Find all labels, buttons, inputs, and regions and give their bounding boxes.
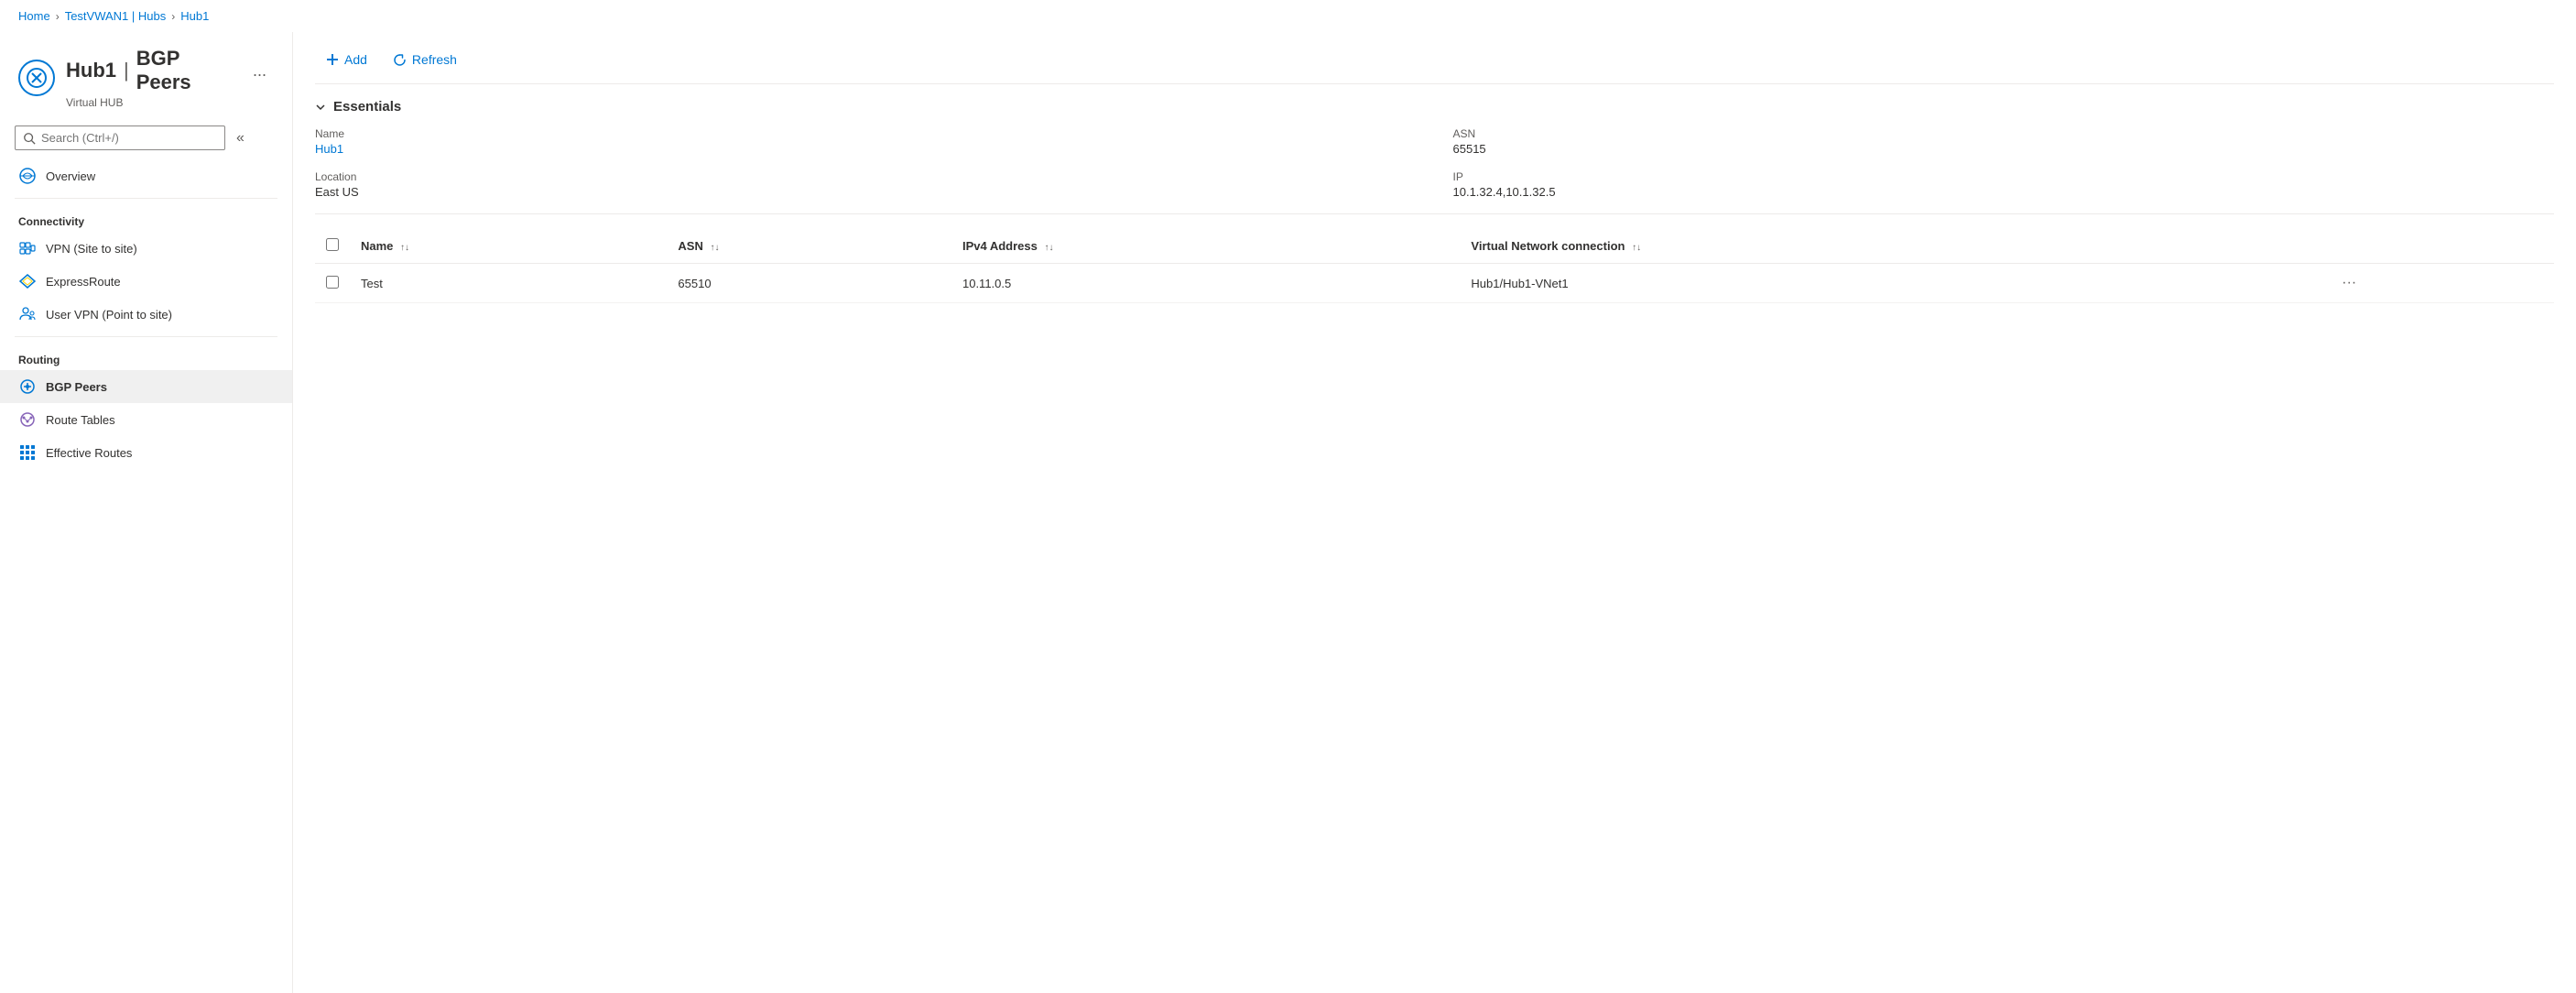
breadcrumb-sep-1: › (56, 10, 60, 23)
route-tables-icon (18, 410, 37, 429)
breadcrumb-vwan[interactable]: TestVWAN1 | Hubs (65, 9, 167, 23)
routing-section-label: Routing (0, 343, 292, 370)
sidebar-item-overview-label: Overview (46, 169, 95, 183)
sidebar-item-user-vpn[interactable]: User VPN (Point to site) (0, 298, 292, 331)
connectivity-section-label: Connectivity (0, 204, 292, 232)
essentials-asn-label: ASN (1453, 127, 2555, 140)
add-icon (326, 53, 339, 66)
sort-asn-icon[interactable]: ↑↓ (710, 244, 719, 253)
search-icon (23, 132, 36, 145)
table-header-row: Name ↑↓ ASN ↑↓ IPv4 Address ↑↓ Virtual (315, 229, 2554, 264)
select-all-checkbox[interactable] (326, 238, 339, 251)
resource-subtitle: Virtual HUB (66, 96, 274, 109)
sidebar-item-route-tables[interactable]: Route Tables (0, 403, 292, 436)
sidebar-item-vpn-label: VPN (Site to site) (46, 242, 137, 256)
essentials-ip-value: 10.1.32.4,10.1.32.5 (1453, 185, 2555, 199)
essentials-asn: ASN 65515 (1453, 127, 2555, 156)
row-name: Test (350, 264, 667, 303)
vpn-icon (18, 239, 37, 257)
sidebar-item-expressroute-label: ExpressRoute (46, 275, 121, 289)
essentials-section: Essentials Name Hub1 ASN 65515 Location (315, 84, 2554, 214)
table-section: Name ↑↓ ASN ↑↓ IPv4 Address ↑↓ Virtual (315, 229, 2554, 303)
hub-icon (26, 67, 48, 89)
bgp-peers-icon (18, 377, 37, 396)
refresh-button[interactable]: Refresh (382, 47, 468, 72)
resource-header: Hub1 | BGP Peers ... Virtual HUB (0, 32, 292, 116)
sidebar-item-bgp-peers-label: BGP Peers (46, 380, 107, 394)
row-checkbox[interactable] (326, 276, 339, 289)
sort-name-icon[interactable]: ↑↓ (400, 244, 409, 253)
row-more-button[interactable]: ··· (2334, 273, 2364, 293)
table-header-checkbox-cell (315, 229, 350, 264)
expressroute-icon (18, 272, 37, 290)
sidebar-item-effective-routes[interactable]: Effective Routes (0, 436, 292, 469)
connectivity-divider (15, 198, 277, 199)
essentials-header[interactable]: Essentials (315, 99, 2554, 115)
refresh-icon (393, 53, 407, 67)
table-header-vnet[interactable]: Virtual Network connection ↑↓ (1460, 229, 2323, 264)
resource-title: Hub1 | BGP Peers ... (66, 47, 274, 94)
sort-ipv4-icon[interactable]: ↑↓ (1045, 244, 1054, 253)
essentials-name-link[interactable]: Hub1 (315, 142, 343, 156)
sidebar-item-overview[interactable]: Overview (0, 159, 292, 192)
sidebar: Hub1 | BGP Peers ... Virtual HUB « (0, 32, 293, 993)
row-asn: 65510 (667, 264, 951, 303)
row-ipv4: 10.11.0.5 (951, 264, 1460, 303)
essentials-name-value: Hub1 (315, 142, 1417, 156)
row-checkbox-cell (315, 264, 350, 303)
search-box[interactable] (15, 125, 225, 150)
essentials-ip-label: IP (1453, 170, 2555, 183)
breadcrumb: Home › TestVWAN1 | Hubs › Hub1 (0, 0, 2576, 32)
overview-icon (18, 167, 37, 185)
bgp-peers-table: Name ↑↓ ASN ↑↓ IPv4 Address ↑↓ Virtual (315, 229, 2554, 303)
essentials-chevron-icon (315, 102, 326, 113)
main-content: Add Refresh Essentials Name (293, 32, 2576, 993)
more-options-button[interactable]: ... (245, 58, 274, 84)
resource-title-area: Hub1 | BGP Peers ... Virtual HUB (66, 47, 274, 109)
row-more-cell: ··· (2323, 264, 2554, 303)
essentials-grid: Name Hub1 ASN 65515 Location East US (315, 127, 2554, 199)
essentials-name-label: Name (315, 127, 1417, 140)
user-vpn-icon (18, 305, 37, 323)
essentials-location-label: Location (315, 170, 1417, 183)
breadcrumb-hub1[interactable]: Hub1 (180, 9, 209, 23)
table-row: Test 65510 10.11.0.5 Hub1/Hub1-VNet1 ··· (315, 264, 2554, 303)
essentials-ip: IP 10.1.32.4,10.1.32.5 (1453, 170, 2555, 199)
toolbar: Add Refresh (315, 32, 2554, 84)
essentials-name: Name Hub1 (315, 127, 1417, 156)
table-header-name[interactable]: Name ↑↓ (350, 229, 667, 264)
sidebar-item-effective-routes-label: Effective Routes (46, 446, 132, 460)
sidebar-item-user-vpn-label: User VPN (Point to site) (46, 308, 172, 322)
sidebar-item-route-tables-label: Route Tables (46, 413, 115, 427)
effective-routes-icon (18, 443, 37, 462)
breadcrumb-home[interactable]: Home (18, 9, 50, 23)
essentials-location-value: East US (315, 185, 1417, 199)
collapse-sidebar-button[interactable]: « (229, 126, 252, 150)
resource-icon (18, 60, 55, 96)
essentials-location: Location East US (315, 170, 1417, 199)
search-input[interactable] (41, 131, 217, 145)
sidebar-item-bgp-peers[interactable]: BGP Peers (0, 370, 292, 403)
routing-divider (15, 336, 277, 337)
essentials-asn-value: 65515 (1453, 142, 2555, 156)
sort-vnet-icon[interactable]: ↑↓ (1632, 244, 1641, 253)
breadcrumb-sep-2: › (171, 10, 175, 23)
table-header-asn[interactable]: ASN ↑↓ (667, 229, 951, 264)
sidebar-item-expressroute[interactable]: ExpressRoute (0, 265, 292, 298)
table-header-actions (2323, 229, 2554, 264)
row-vnet-connection: Hub1/Hub1-VNet1 (1460, 264, 2323, 303)
table-header-ipv4[interactable]: IPv4 Address ↑↓ (951, 229, 1460, 264)
add-button[interactable]: Add (315, 47, 378, 72)
sidebar-item-vpn[interactable]: VPN (Site to site) (0, 232, 292, 265)
search-area: « (0, 116, 292, 159)
